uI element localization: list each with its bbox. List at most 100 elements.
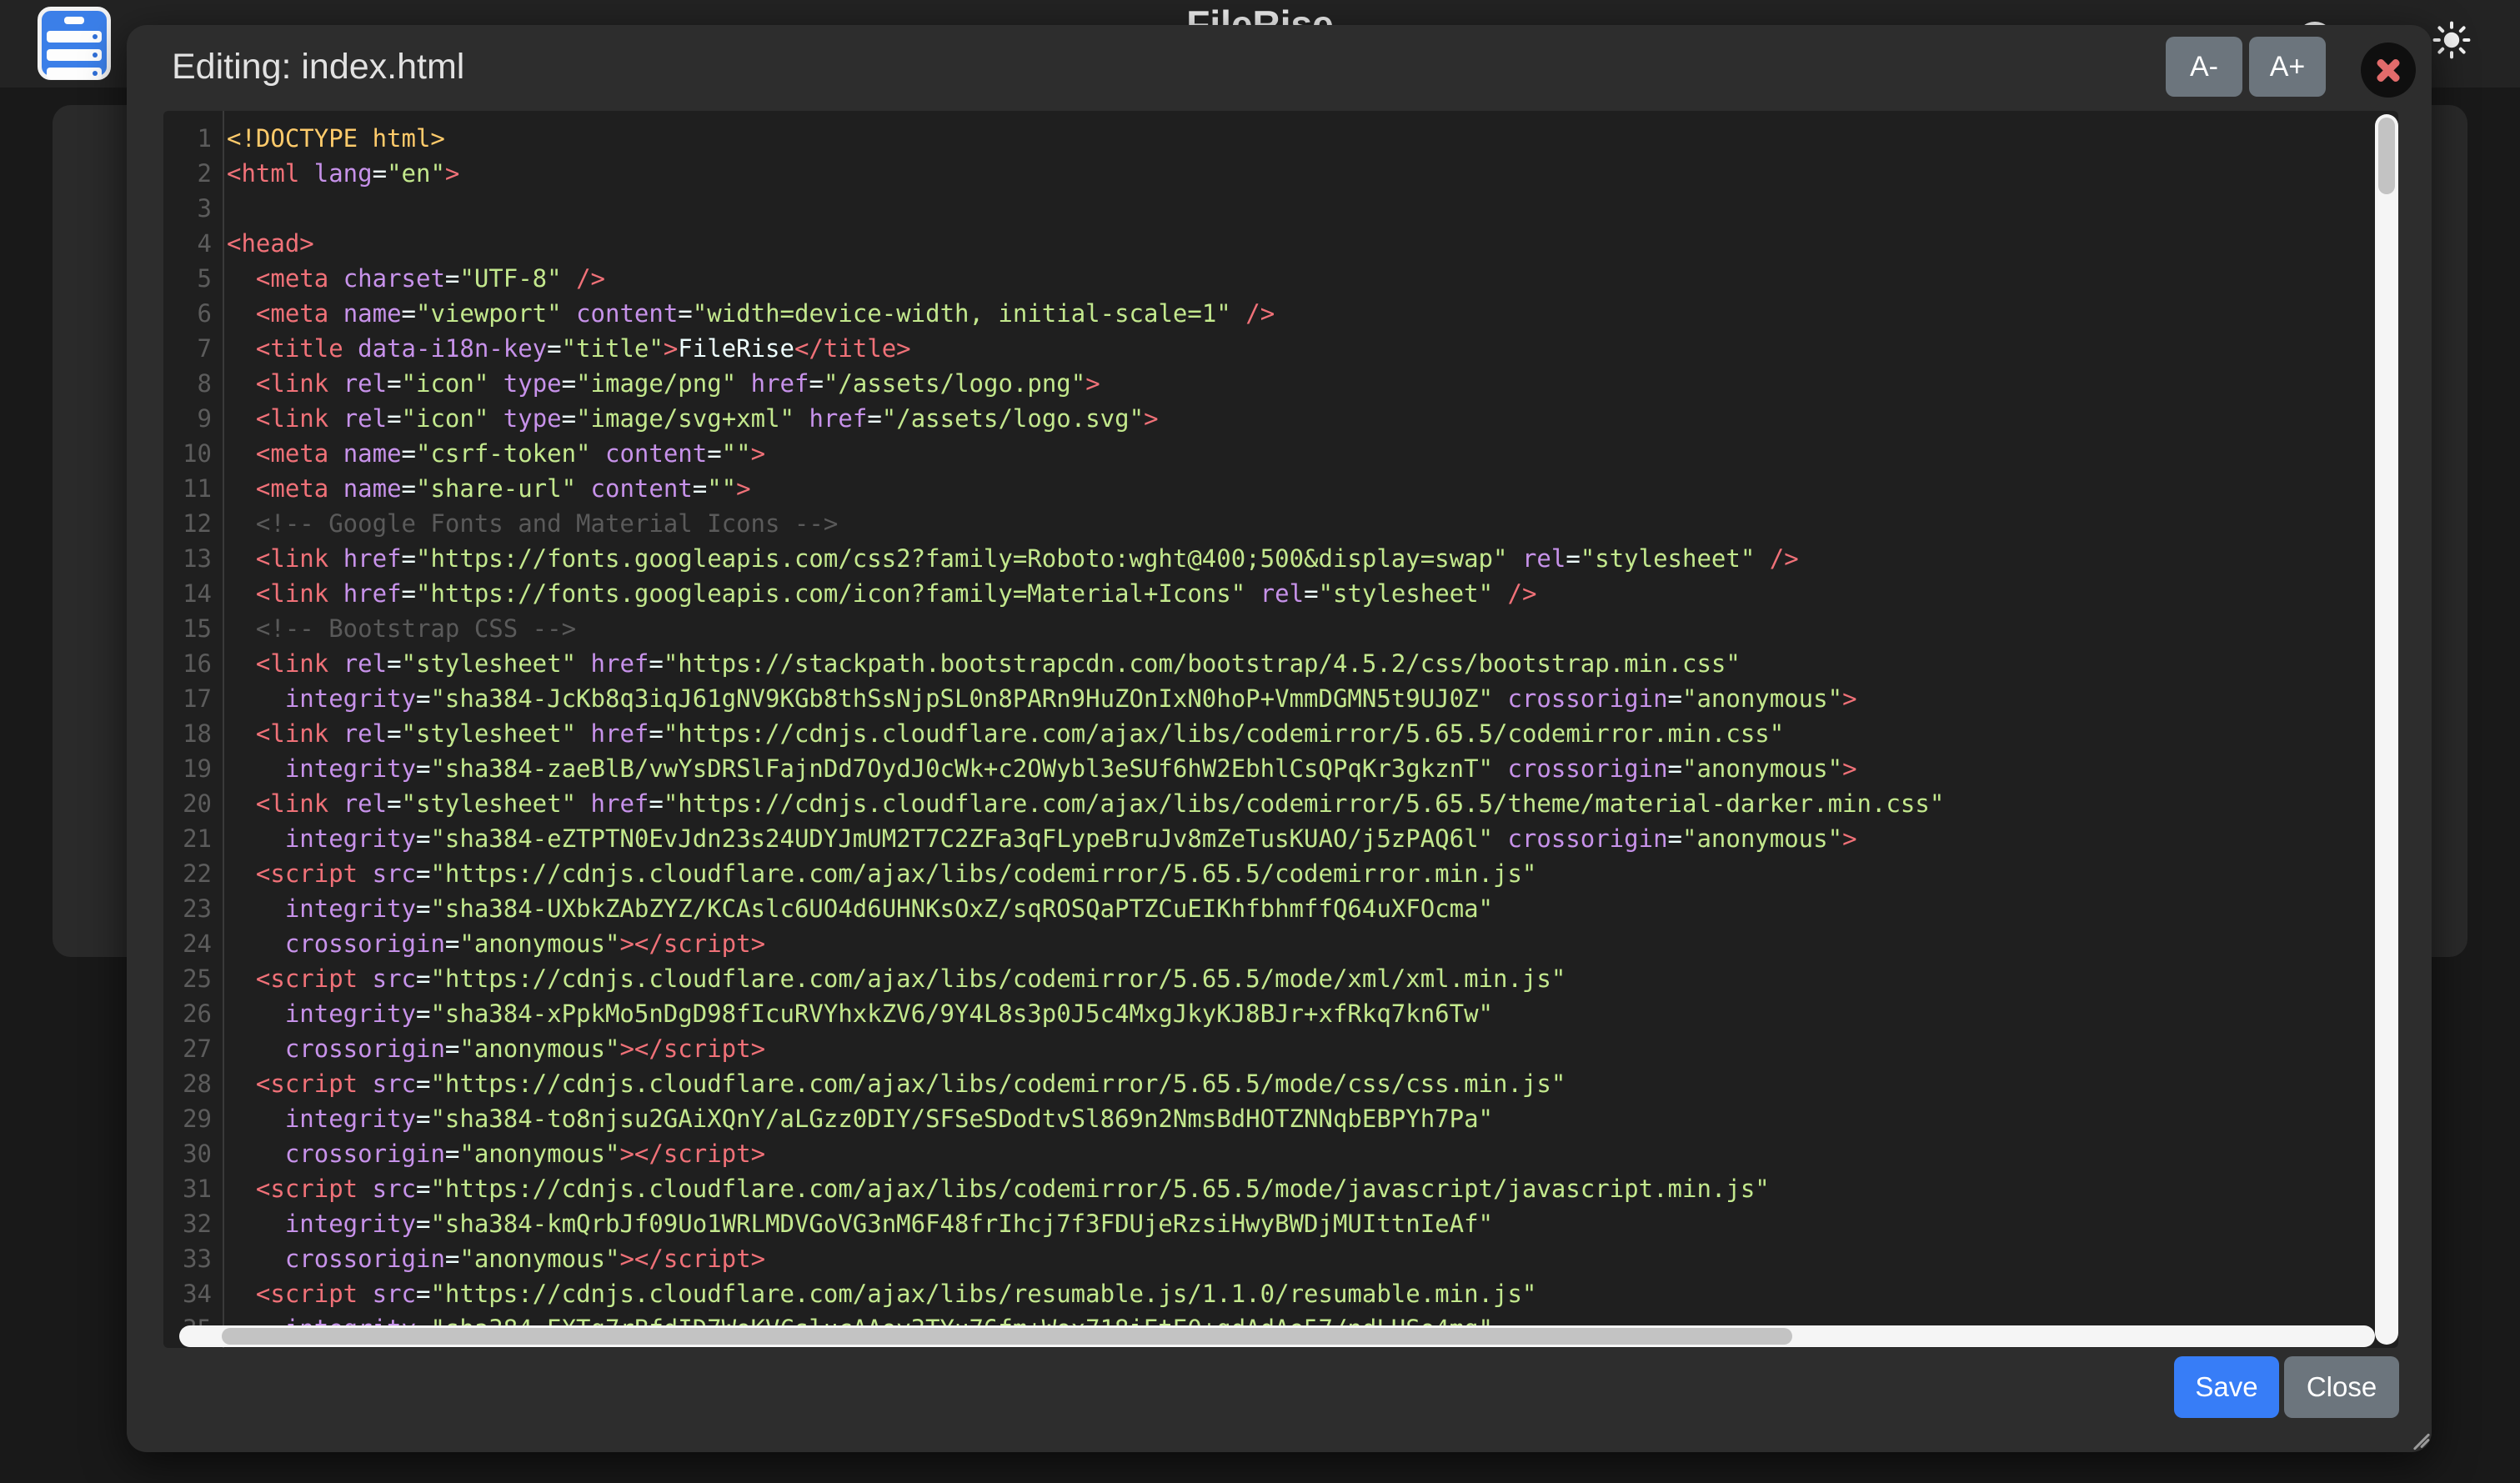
logo-drawer: [47, 49, 102, 61]
line-number: 11: [163, 471, 212, 506]
modal-close-icon[interactable]: [2361, 43, 2416, 98]
line-number: 20: [163, 786, 212, 821]
editor-modal-title: Editing: index.html: [172, 47, 464, 88]
code-line[interactable]: 34 <script src="https://cdnjs.cloudflare…: [163, 1276, 2398, 1311]
line-number: 8: [163, 366, 212, 401]
line-number: 7: [163, 331, 212, 366]
line-number: 4: [163, 226, 212, 261]
code-line-text: crossorigin="anonymous"></script>: [227, 1136, 765, 1171]
code-line[interactable]: 23 integrity="sha384-UXbkZAbZYZ/KCAslc6U…: [163, 891, 2398, 926]
line-number: 24: [163, 926, 212, 961]
code-line[interactable]: 22 <script src="https://cdnjs.cloudflare…: [163, 856, 2398, 891]
code-line-text: <link href="https://fonts.googleapis.com…: [227, 576, 1536, 611]
code-line-text: integrity="sha384-to8njsu2GAiXQnY/aLGzz0…: [227, 1101, 1493, 1136]
code-line[interactable]: 17 integrity="sha384-JcKb8q3iqJ61gNV9KGb…: [163, 681, 2398, 716]
code-line[interactable]: 6 <meta name="viewport" content="width=d…: [163, 296, 2398, 331]
code-line-text: <!-- Google Fonts and Material Icons -->: [227, 506, 838, 541]
line-number: 30: [163, 1136, 212, 1171]
line-number: 16: [163, 646, 212, 681]
line-number: 29: [163, 1101, 212, 1136]
horizontal-scrollbar-thumb[interactable]: [222, 1328, 1792, 1345]
line-number: 32: [163, 1206, 212, 1241]
code-line[interactable]: 24 crossorigin="anonymous"></script>: [163, 926, 2398, 961]
code-line-text: <meta name="viewport" content="width=dev…: [227, 296, 1275, 331]
code-line-text: <script src="https://cdnjs.cloudflare.co…: [227, 1276, 1536, 1311]
line-number: 15: [163, 611, 212, 646]
code-line[interactable]: 19 integrity="sha384-zaeBlB/vwYsDRSlFajn…: [163, 751, 2398, 786]
font-increase-button[interactable]: A+: [2249, 37, 2326, 97]
code-line[interactable]: 14 <link href="https://fonts.googleapis.…: [163, 576, 2398, 611]
code-line[interactable]: 1 <!DOCTYPE html>: [163, 121, 2398, 156]
light-mode-toggle-icon[interactable]: [2432, 20, 2472, 60]
code-line[interactable]: 4 <head>: [163, 226, 2398, 261]
code-line[interactable]: 13 <link href="https://fonts.googleapis.…: [163, 541, 2398, 576]
code-line[interactable]: 18 <link rel="stylesheet" href="https://…: [163, 716, 2398, 751]
code-line-text: <meta name="share-url" content="">: [227, 471, 751, 506]
code-line-text: <link rel="stylesheet" href="https://cdn…: [227, 786, 1944, 821]
code-line-text: <link rel="stylesheet" href="https://cdn…: [227, 716, 1784, 751]
code-line[interactable]: 28 <script src="https://cdnjs.cloudflare…: [163, 1066, 2398, 1101]
code-line[interactable]: 2 <html lang="en">: [163, 156, 2398, 191]
line-number: 10: [163, 436, 212, 471]
code-line-text: <!DOCTYPE html>: [227, 121, 445, 156]
line-number: 34: [163, 1276, 212, 1311]
code-line[interactable]: 8 <link rel="icon" type="image/png" href…: [163, 366, 2398, 401]
line-number: 22: [163, 856, 212, 891]
line-number: 5: [163, 261, 212, 296]
line-number: 18: [163, 716, 212, 751]
line-number: 23: [163, 891, 212, 926]
font-decrease-button[interactable]: A-: [2166, 37, 2242, 97]
code-line-text: <html lang="en">: [227, 156, 459, 191]
code-line[interactable]: 9 <link rel="icon" type="image/svg+xml" …: [163, 401, 2398, 436]
line-number: 9: [163, 401, 212, 436]
line-number: 2: [163, 156, 212, 191]
code-line[interactable]: 20 <link rel="stylesheet" href="https://…: [163, 786, 2398, 821]
code-line[interactable]: 12 <!-- Google Fonts and Material Icons …: [163, 506, 2398, 541]
line-number: 13: [163, 541, 212, 576]
line-number: 26: [163, 996, 212, 1031]
code-editor[interactable]: 1 <!DOCTYPE html> 2 <html lang="en"> 34 <head…: [163, 111, 2398, 1348]
save-button[interactable]: Save: [2174, 1356, 2279, 1418]
code-line[interactable]: 15 <!-- Bootstrap CSS -->: [163, 611, 2398, 646]
code-line-text: <link rel="icon" type="image/png" href="…: [227, 366, 1100, 401]
code-line[interactable]: 5 <meta charset="UTF-8" />: [163, 261, 2398, 296]
line-number: 1: [163, 121, 212, 156]
code-line[interactable]: 27 crossorigin="anonymous"></script>: [163, 1031, 2398, 1066]
code-line-text: <script src="https://cdnjs.cloudflare.co…: [227, 961, 1566, 996]
code-line[interactable]: 25 <script src="https://cdnjs.cloudflare…: [163, 961, 2398, 996]
code-line-text: integrity="sha384-UXbkZAbZYZ/KCAslc6UO4d…: [227, 891, 1493, 926]
code-line[interactable]: 30 crossorigin="anonymous"></script>: [163, 1136, 2398, 1171]
close-button[interactable]: Close: [2284, 1356, 2399, 1418]
code-line-text: <meta name="csrf-token" content="">: [227, 436, 765, 471]
code-line[interactable]: 3: [163, 191, 2398, 226]
code-line[interactable]: 11 <meta name="share-url" content="">: [163, 471, 2398, 506]
code-line[interactable]: 7 <title data-i18n-key="title">FileRise<…: [163, 331, 2398, 366]
line-number: 6: [163, 296, 212, 331]
code-line[interactable]: 32 integrity="sha384-kmQrbJf09Uo1WRLMDVG…: [163, 1206, 2398, 1241]
code-line-text: <!-- Bootstrap CSS -->: [227, 611, 576, 646]
editor-modal: Editing: index.html A- A+ 1 <!DOCTYPE htm…: [127, 25, 2432, 1452]
code-line-text: <meta charset="UTF-8" />: [227, 261, 605, 296]
code-line-text: <link rel="stylesheet" href="https://sta…: [227, 646, 1741, 681]
code-line-text: <link href="https://fonts.googleapis.com…: [227, 541, 1799, 576]
logo-drawer: [47, 68, 102, 79]
code-line[interactable]: 26 integrity="sha384-xPpkMo5nDgD98fIcuRV…: [163, 996, 2398, 1031]
code-line[interactable]: 29 integrity="sha384-to8njsu2GAiXQnY/aLG…: [163, 1101, 2398, 1136]
code-line-text: <head>: [227, 226, 314, 261]
line-number: 3: [163, 191, 212, 226]
vertical-scrollbar-track[interactable]: [2375, 114, 2398, 1345]
code-line[interactable]: 10 <meta name="csrf-token" content="">: [163, 436, 2398, 471]
modal-resize-handle[interactable]: [2409, 1424, 2434, 1449]
code-line-text: <script src="https://cdnjs.cloudflare.co…: [227, 1171, 1770, 1206]
code-line[interactable]: 33 crossorigin="anonymous"></script>: [163, 1241, 2398, 1276]
line-number: 25: [163, 961, 212, 996]
code-line[interactable]: 31 <script src="https://cdnjs.cloudflare…: [163, 1171, 2398, 1206]
line-number: 31: [163, 1171, 212, 1206]
code-line-text: integrity="sha384-eZTPTN0EvJdn23s24UDYJm…: [227, 821, 1857, 856]
code-line[interactable]: 16 <link rel="stylesheet" href="https://…: [163, 646, 2398, 681]
code-line-text: integrity="sha384-zaeBlB/vwYsDRSlFajnDd7…: [227, 751, 1857, 786]
code-line[interactable]: 21 integrity="sha384-eZTPTN0EvJdn23s24UD…: [163, 821, 2398, 856]
vertical-scrollbar-thumb[interactable]: [2378, 118, 2395, 194]
line-number: 28: [163, 1066, 212, 1101]
code-line-text: integrity="sha384-kmQrbJf09Uo1WRLMDVGoVG…: [227, 1206, 1493, 1241]
